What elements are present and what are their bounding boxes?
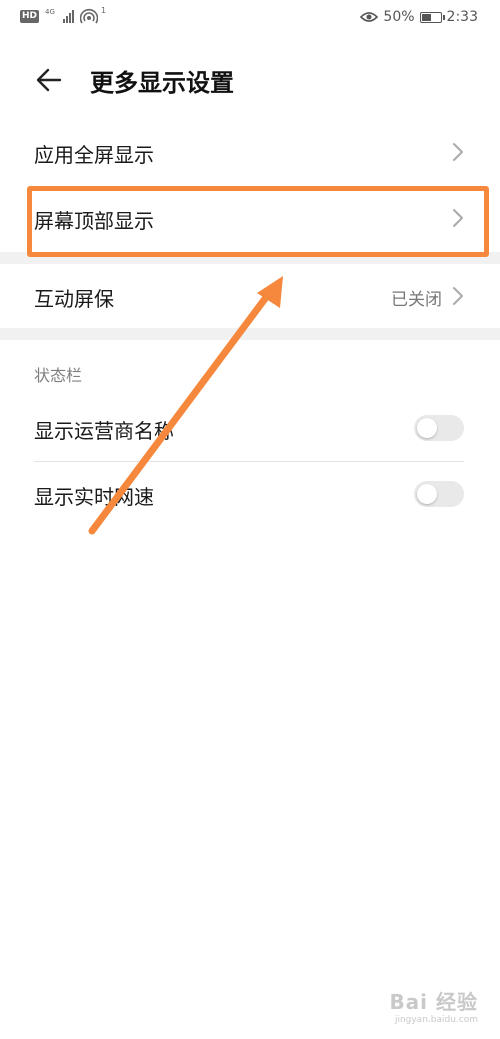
setting-show-network-speed: 显示实时网速 (0, 462, 500, 526)
setting-screen-top-display[interactable]: 屏幕顶部显示 (0, 186, 500, 252)
arrow-left-icon[interactable] (34, 65, 64, 95)
wifi-hotspot-icon (80, 8, 99, 24)
toggle-knob (417, 484, 437, 504)
status-left: HD 4G 1 (20, 5, 109, 24)
network-type: 4G (45, 8, 55, 16)
chevron-right-icon (453, 143, 463, 161)
section-title: 状态栏 (34, 366, 83, 385)
clock: 2:33 (446, 9, 478, 25)
watermark: Bai 经验 jingyan.baidu.com (389, 986, 478, 1025)
setting-show-carrier-name: 显示运营商名称 (0, 396, 500, 460)
row-label: 应用全屏显示 (34, 143, 154, 167)
page-title: 更多显示设置 (90, 69, 234, 97)
watermark-logo: Bai 经验 (389, 990, 478, 1014)
row-value: 已关闭 (391, 290, 442, 310)
section-divider (0, 252, 500, 264)
toggle-knob (417, 418, 437, 438)
eye-comfort-icon (360, 12, 379, 22)
row-label: 显示实时网速 (34, 485, 154, 509)
section-divider (0, 328, 500, 340)
app-header: 更多显示设置 (0, 55, 500, 105)
toggle-switch[interactable] (414, 481, 464, 507)
chevron-right-icon (453, 209, 463, 227)
toggle-switch[interactable] (414, 415, 464, 441)
battery-percent: 50% (383, 9, 415, 25)
status-right: 50% 2:33 (360, 9, 478, 25)
chevron-right-icon (453, 287, 463, 305)
row-label: 显示运营商名称 (34, 419, 174, 443)
signal-icon (63, 9, 75, 23)
row-label: 互动屏保 (34, 287, 114, 311)
status-bar: HD 4G 1 50% 2:33 (0, 0, 500, 38)
setting-interactive-screensaver[interactable]: 互动屏保 已关闭 (0, 264, 500, 328)
hotspot-count: 1 (101, 5, 107, 15)
hd-icon: HD (20, 9, 40, 23)
battery-icon (419, 11, 445, 23)
setting-fullscreen-apps[interactable]: 应用全屏显示 (0, 120, 500, 184)
watermark-url: jingyan.baidu.com (394, 1015, 478, 1025)
row-label: 屏幕顶部显示 (34, 209, 154, 233)
